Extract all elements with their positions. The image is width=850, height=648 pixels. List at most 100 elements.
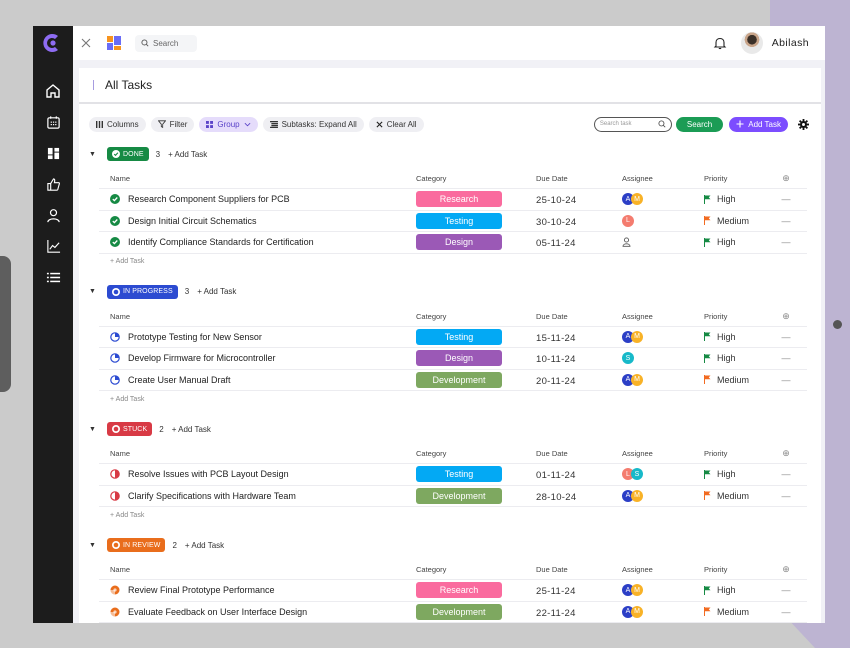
clear-all-button[interactable]: Clear All xyxy=(368,116,424,132)
category-pill[interactable]: Testing xyxy=(416,328,502,345)
due-date[interactable]: 10-11-24 xyxy=(536,354,576,365)
group-add-task-button[interactable]: + Add Task xyxy=(197,287,236,296)
search-button[interactable]: Search xyxy=(675,116,724,132)
assignee-avatar[interactable]: M xyxy=(631,584,643,597)
task-row[interactable]: Create User Manual Draft Development 20-… xyxy=(99,370,807,391)
task-row[interactable]: Resolve Issues with PCB Layout Design Te… xyxy=(99,464,807,486)
column-header-category[interactable]: Category xyxy=(416,565,536,574)
group-add-task-button[interactable]: + Add Task xyxy=(172,425,211,434)
priority-cell[interactable]: High xyxy=(704,332,776,342)
task-name[interactable]: Identify Compliance Standards for Certif… xyxy=(128,237,314,247)
task-name[interactable]: Review Final Prototype Performance xyxy=(128,585,275,595)
assignee-avatar[interactable]: M xyxy=(631,489,643,502)
column-header-due-date[interactable]: Due Date xyxy=(536,312,622,321)
close-icon[interactable] xyxy=(80,37,92,49)
task-row[interactable]: Review Final Prototype Performance Resea… xyxy=(99,580,807,602)
collapse-caret-icon[interactable]: ▼ xyxy=(89,542,98,549)
category-pill[interactable]: Testing xyxy=(416,212,502,229)
row-more-icon[interactable]: — xyxy=(776,607,796,617)
inline-add-task-button[interactable]: + Add Task xyxy=(99,507,807,523)
assignee-avatar[interactable]: S xyxy=(631,468,643,481)
assignee-avatar[interactable]: M xyxy=(631,605,643,618)
group-add-task-button[interactable]: + Add Task xyxy=(185,541,224,550)
add-task-button[interactable]: Add Task xyxy=(729,116,788,132)
row-more-icon[interactable]: — xyxy=(776,194,796,204)
task-name[interactable]: Develop Firmware for Microcontroller xyxy=(128,353,276,363)
add-column-icon[interactable]: ⊕ xyxy=(776,448,796,459)
app-logo-icon[interactable] xyxy=(42,32,64,54)
collapse-caret-icon[interactable]: ▼ xyxy=(89,426,98,433)
add-column-icon[interactable]: ⊕ xyxy=(776,173,796,184)
assignee-avatar[interactable]: M xyxy=(631,193,643,206)
sidebar-item-calendar[interactable] xyxy=(44,113,62,131)
column-header-category[interactable]: Category xyxy=(416,312,536,321)
category-pill[interactable]: Development xyxy=(416,603,502,620)
column-header-priority[interactable]: Priority xyxy=(704,565,776,574)
column-header-name[interactable]: Name xyxy=(99,312,416,321)
sidebar-item-home[interactable] xyxy=(44,82,62,100)
column-header-due-date[interactable]: Due Date xyxy=(536,565,622,574)
group-add-task-button[interactable]: + Add Task xyxy=(168,150,207,159)
task-name[interactable]: Prototype Testing for New Sensor xyxy=(128,332,262,342)
due-date[interactable]: 05-11-24 xyxy=(536,238,576,249)
task-name[interactable]: Create User Manual Draft xyxy=(128,375,231,385)
column-header-category[interactable]: Category xyxy=(416,449,536,458)
sidebar-item-feedback[interactable] xyxy=(44,175,62,193)
task-name[interactable]: Research Component Suppliers for PCB xyxy=(128,194,290,204)
add-column-icon[interactable]: ⊕ xyxy=(776,564,796,575)
priority-cell[interactable]: Medium xyxy=(704,491,776,501)
row-more-icon[interactable]: — xyxy=(776,585,796,595)
task-name[interactable]: Clarify Specifications with Hardware Tea… xyxy=(128,491,296,501)
row-more-icon[interactable]: — xyxy=(776,332,796,342)
task-row[interactable]: Design Initial Circuit Schematics Testin… xyxy=(99,211,807,232)
column-header-priority[interactable]: Priority xyxy=(704,312,776,321)
column-header-category[interactable]: Category xyxy=(416,174,536,183)
column-header-name[interactable]: Name xyxy=(99,565,416,574)
user-avatar[interactable] xyxy=(740,32,763,54)
due-date[interactable]: 15-11-24 xyxy=(536,333,576,344)
due-date[interactable]: 30-10-24 xyxy=(536,217,576,228)
apps-grid-icon[interactable] xyxy=(107,36,121,50)
assignee-avatar[interactable]: L xyxy=(622,214,634,227)
user-name[interactable]: Abilash xyxy=(772,37,809,49)
category-pill[interactable]: Research xyxy=(416,582,502,599)
task-name[interactable]: Resolve Issues with PCB Layout Design xyxy=(128,469,289,479)
sidebar-item-users[interactable] xyxy=(44,206,62,224)
priority-cell[interactable]: Medium xyxy=(704,216,776,226)
row-more-icon[interactable]: — xyxy=(776,491,796,501)
row-more-icon[interactable]: — xyxy=(776,375,796,385)
row-more-icon[interactable]: — xyxy=(776,353,796,363)
assignee-avatar[interactable]: M xyxy=(631,330,643,343)
row-more-icon[interactable]: — xyxy=(776,469,796,479)
due-date[interactable]: 28-10-24 xyxy=(536,492,576,503)
inline-add-task-button[interactable]: + Add Task xyxy=(99,391,807,407)
status-badge[interactable]: STUCK xyxy=(107,422,153,436)
add-column-icon[interactable]: ⊕ xyxy=(776,311,796,322)
column-header-name[interactable]: Name xyxy=(99,174,416,183)
column-header-assignee[interactable]: Assignee xyxy=(622,312,704,321)
priority-cell[interactable]: Medium xyxy=(704,375,776,385)
priority-cell[interactable]: Medium xyxy=(704,607,776,617)
task-row[interactable]: Evaluate Feedback on User Interface Desi… xyxy=(99,602,807,623)
column-header-assignee[interactable]: Assignee xyxy=(622,174,704,183)
category-pill[interactable]: Research xyxy=(416,191,502,208)
due-date[interactable]: 20-11-24 xyxy=(536,376,576,387)
task-name[interactable]: Evaluate Feedback on User Interface Desi… xyxy=(128,607,307,617)
due-date[interactable]: 25-10-24 xyxy=(536,195,576,206)
sidebar-item-list[interactable] xyxy=(44,268,62,286)
collapse-caret-icon[interactable]: ▼ xyxy=(89,151,98,158)
subtasks-expand-button[interactable]: Subtasks: Expand All xyxy=(262,116,364,132)
task-row[interactable]: Clarify Specifications with Hardware Tea… xyxy=(99,486,807,507)
row-more-icon[interactable]: — xyxy=(776,237,796,247)
column-header-due-date[interactable]: Due Date xyxy=(536,174,622,183)
settings-gear-icon[interactable] xyxy=(798,118,809,130)
collapse-caret-icon[interactable]: ▼ xyxy=(89,288,98,295)
category-pill[interactable]: Testing xyxy=(416,466,502,483)
category-pill[interactable]: Design xyxy=(416,234,502,251)
sidebar-item-dashboard[interactable] xyxy=(44,144,62,162)
assignee-avatar[interactable]: M xyxy=(631,373,643,386)
status-badge[interactable]: DONE xyxy=(107,147,149,161)
status-badge[interactable]: IN PROGRESS xyxy=(107,284,178,299)
group-dropdown[interactable]: Group xyxy=(199,116,258,132)
columns-button[interactable]: Columns xyxy=(89,116,146,132)
